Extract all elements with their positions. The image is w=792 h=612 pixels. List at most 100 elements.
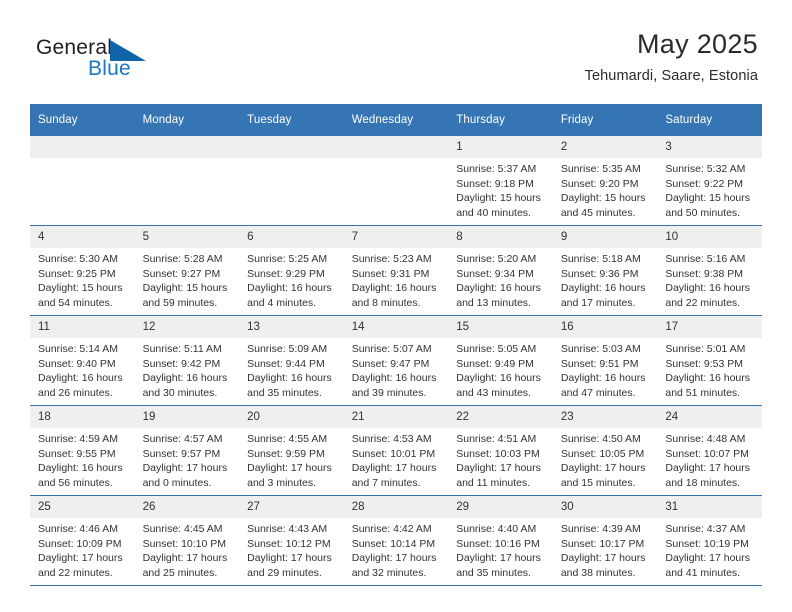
day-cell[interactable]: 24 Sunrise: 4:48 AM Sunset: 10:07 PM Day… <box>657 405 762 496</box>
sunset-text: Sunset: 9:44 PM <box>247 357 325 370</box>
day-number: 9 <box>552 226 658 248</box>
day-number <box>30 136 135 158</box>
day-details: Sunrise: 5:25 AM Sunset: 9:29 PM Dayligh… <box>239 248 344 310</box>
daylight-text-line2: and 29 minutes. <box>247 566 322 579</box>
day-cell[interactable]: 22 Sunrise: 4:51 AM Sunset: 10:03 PM Day… <box>448 405 553 496</box>
daylight-text-line2: and 45 minutes. <box>560 206 636 219</box>
day-cell[interactable]: 23 Sunrise: 4:50 AM Sunset: 10:05 PM Day… <box>552 405 658 496</box>
daylight-text-line2: and 18 minutes. <box>665 476 741 489</box>
day-cell[interactable]: 3 Sunrise: 5:32 AM Sunset: 9:22 PM Dayli… <box>657 136 762 226</box>
day-cell[interactable]: 20 Sunrise: 4:55 AM Sunset: 9:59 PM Dayl… <box>239 405 344 496</box>
daylight-text-line2: and 54 minutes. <box>38 296 113 309</box>
day-cell[interactable]: 14 Sunrise: 5:07 AM Sunset: 9:47 PM Dayl… <box>343 315 449 406</box>
day-number: 28 <box>343 496 449 518</box>
day-cell[interactable]: 15 Sunrise: 5:05 AM Sunset: 9:49 PM Dayl… <box>448 315 553 406</box>
daylight-text-line1: Daylight: 16 hours <box>38 372 123 385</box>
day-cell[interactable]: 10 Sunrise: 5:16 AM Sunset: 9:38 PM Dayl… <box>657 225 762 316</box>
day-details: Sunrise: 5:30 AM Sunset: 9:25 PM Dayligh… <box>30 248 135 310</box>
day-number: 3 <box>657 136 762 158</box>
day-cell-empty <box>30 136 135 226</box>
day-cell-empty <box>343 136 449 226</box>
sunset-text: Sunset: 10:14 PM <box>351 537 436 550</box>
sunrise-text: Sunrise: 5:16 AM <box>665 253 746 265</box>
day-cell[interactable]: 4 Sunrise: 5:30 AM Sunset: 9:25 PM Dayli… <box>30 225 135 316</box>
sunrise-text: Sunrise: 4:51 AM <box>456 433 537 445</box>
daylight-text-line2: and 38 minutes. <box>560 566 636 579</box>
day-cell[interactable]: 2 Sunrise: 5:35 AM Sunset: 9:20 PM Dayli… <box>552 136 658 226</box>
day-cell[interactable]: 6 Sunrise: 5:25 AM Sunset: 9:29 PM Dayli… <box>239 225 344 316</box>
daylight-text-line2: and 35 minutes. <box>456 566 531 579</box>
day-cell[interactable]: 27 Sunrise: 4:43 AM Sunset: 10:12 PM Day… <box>239 495 344 586</box>
day-cell[interactable]: 25 Sunrise: 4:46 AM Sunset: 10:09 PM Day… <box>30 495 135 586</box>
day-cell[interactable]: 13 Sunrise: 5:09 AM Sunset: 9:44 PM Dayl… <box>239 315 344 406</box>
day-details: Sunrise: 5:32 AM Sunset: 9:22 PM Dayligh… <box>657 158 762 220</box>
sunset-text: Sunset: 10:03 PM <box>456 447 540 460</box>
day-cell[interactable]: 18 Sunrise: 4:59 AM Sunset: 9:55 PM Dayl… <box>30 405 135 496</box>
day-number: 24 <box>657 406 762 428</box>
sunrise-text: Sunrise: 4:40 AM <box>456 523 537 535</box>
daylight-text-line2: and 11 minutes. <box>456 476 531 489</box>
daylight-text-line1: Daylight: 16 hours <box>142 372 228 385</box>
day-number: 25 <box>30 496 135 518</box>
daylight-text-line1: Daylight: 17 hours <box>351 552 437 565</box>
day-cell[interactable]: 31 Sunrise: 4:37 AM Sunset: 10:19 PM Day… <box>657 495 762 586</box>
sunset-text: Sunset: 9:51 PM <box>560 357 639 370</box>
general-blue-logo[interactable]: General Blue <box>36 36 206 88</box>
daylight-text-line2: and 22 minutes. <box>38 566 113 579</box>
day-number: 23 <box>552 406 658 428</box>
day-details: Sunrise: 4:48 AM Sunset: 10:07 PM Daylig… <box>657 428 762 490</box>
daylight-text-line1: Daylight: 17 hours <box>142 552 228 565</box>
day-cell[interactable]: 8 Sunrise: 5:20 AM Sunset: 9:34 PM Dayli… <box>448 225 553 316</box>
daylight-text-line1: Daylight: 15 hours <box>560 192 646 205</box>
day-number <box>134 136 240 158</box>
day-number: 20 <box>239 406 344 428</box>
sunrise-text: Sunrise: 4:45 AM <box>142 523 223 535</box>
day-details: Sunrise: 5:23 AM Sunset: 9:31 PM Dayligh… <box>344 248 449 310</box>
day-number: 16 <box>552 316 658 338</box>
daylight-text-line1: Daylight: 17 hours <box>560 552 646 565</box>
day-cell[interactable]: 21 Sunrise: 4:53 AM Sunset: 10:01 PM Day… <box>343 405 449 496</box>
sunrise-text: Sunrise: 4:39 AM <box>560 523 641 535</box>
day-cell[interactable]: 26 Sunrise: 4:45 AM Sunset: 10:10 PM Day… <box>134 495 240 586</box>
day-cell[interactable]: 9 Sunrise: 5:18 AM Sunset: 9:36 PM Dayli… <box>552 225 658 316</box>
day-cell[interactable]: 17 Sunrise: 5:01 AM Sunset: 9:53 PM Dayl… <box>657 315 762 406</box>
day-cell[interactable]: 19 Sunrise: 4:57 AM Sunset: 9:57 PM Dayl… <box>134 405 240 496</box>
day-cell[interactable]: 11 Sunrise: 5:14 AM Sunset: 9:40 PM Dayl… <box>30 315 135 406</box>
day-cell[interactable]: 28 Sunrise: 4:42 AM Sunset: 10:14 PM Day… <box>343 495 449 586</box>
day-cell[interactable]: 1 Sunrise: 5:37 AM Sunset: 9:18 PM Dayli… <box>448 136 553 226</box>
day-number: 19 <box>134 406 240 428</box>
page-header: General Blue May 2025 Tehumardi, Saare, … <box>0 0 792 104</box>
sunset-text: Sunset: 10:12 PM <box>247 537 331 550</box>
day-number: 2 <box>552 136 658 158</box>
sunrise-text: Sunrise: 5:09 AM <box>247 343 328 355</box>
day-number: 1 <box>448 136 553 158</box>
daylight-text-line1: Daylight: 17 hours <box>142 462 228 475</box>
daylight-text-line2: and 17 minutes. <box>560 296 636 309</box>
day-details: Sunrise: 5:01 AM Sunset: 9:53 PM Dayligh… <box>657 338 762 400</box>
daylight-text-line2: and 8 minutes. <box>351 296 421 309</box>
daylight-text-line1: Daylight: 16 hours <box>665 282 751 295</box>
daylight-text-line1: Daylight: 15 hours <box>38 282 123 295</box>
sunrise-text: Sunrise: 5:11 AM <box>142 343 222 355</box>
day-number: 15 <box>448 316 553 338</box>
sunset-text: Sunset: 9:53 PM <box>665 357 744 370</box>
day-cell[interactable]: 12 Sunrise: 5:11 AM Sunset: 9:42 PM Dayl… <box>134 315 240 406</box>
daylight-text-line2: and 25 minutes. <box>142 566 218 579</box>
day-number <box>343 136 449 158</box>
day-cell-empty <box>134 136 240 226</box>
day-cell[interactable]: 30 Sunrise: 4:39 AM Sunset: 10:17 PM Day… <box>552 495 658 586</box>
daylight-text-line2: and 3 minutes. <box>247 476 317 489</box>
day-details: Sunrise: 5:14 AM Sunset: 9:40 PM Dayligh… <box>30 338 135 400</box>
sunset-text: Sunset: 9:57 PM <box>142 447 221 460</box>
day-cell[interactable]: 16 Sunrise: 5:03 AM Sunset: 9:51 PM Dayl… <box>552 315 658 406</box>
daylight-text-line2: and 4 minutes. <box>247 296 317 309</box>
daylight-text-line2: and 47 minutes. <box>560 386 636 399</box>
day-number: 30 <box>552 496 658 518</box>
day-cell[interactable]: 7 Sunrise: 5:23 AM Sunset: 9:31 PM Dayli… <box>343 225 449 316</box>
day-cell[interactable]: 29 Sunrise: 4:40 AM Sunset: 10:16 PM Day… <box>448 495 553 586</box>
daylight-text-line1: Daylight: 17 hours <box>456 552 541 565</box>
day-cell[interactable]: 5 Sunrise: 5:28 AM Sunset: 9:27 PM Dayli… <box>134 225 240 316</box>
weekday-header-monday: Monday <box>134 104 240 136</box>
day-number <box>239 136 344 158</box>
sunrise-text: Sunrise: 5:25 AM <box>247 253 328 265</box>
